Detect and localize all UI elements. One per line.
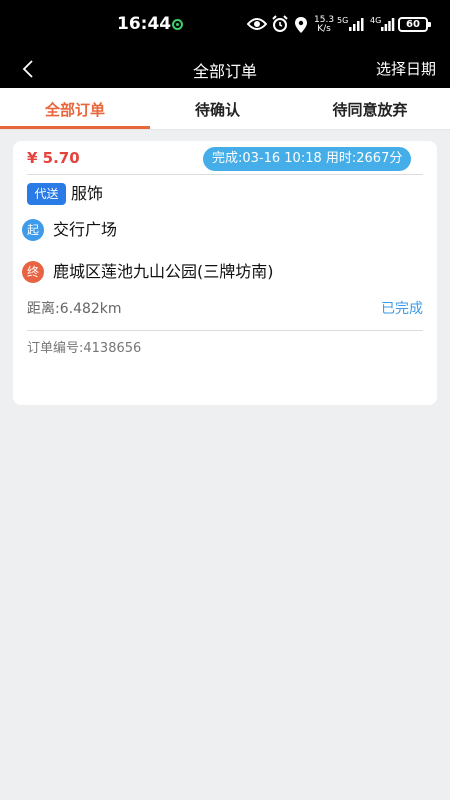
tab-all-orders[interactable]: 全部订单 [0,88,150,130]
order-card[interactable]: ¥ 5.70 完成:03-16 10:18 用时:2667分 代送 服饰 起 交… [13,141,437,405]
order-status: 已完成 [381,301,423,317]
alarm-icon [272,15,288,32]
location-icon [295,17,307,33]
battery-icon: 60 [398,17,431,32]
order-number: 订单编号:4138656 [27,341,142,356]
signal-5g-label: 5G [337,16,349,25]
distance-text: 距离:6.482km [27,301,122,317]
tab-pending-abandon[interactable]: 待同意放弃 [290,88,450,130]
tab-pending-confirm[interactable]: 待确认 [150,88,285,130]
completion-time-badge: 完成:03-16 10:18 用时:2667分 [203,147,412,171]
divider [27,330,423,331]
select-date-button[interactable]: 选择日期 [376,58,436,79]
nav-bar: 全部订单 选择日期 [0,50,450,88]
active-tab-indicator [0,126,150,129]
end-address: 鹿城区莲池九山公园(三牌坊南) [53,262,274,281]
end-marker-icon: 终 [22,261,44,283]
order-price: ¥ 5.70 [27,149,80,167]
recording-indicator-icon [172,19,183,30]
delivery-type-badge: 代送 [27,183,66,205]
start-marker-icon: 起 [22,219,44,241]
status-bar: 16:44 15.3 K/s 5G 4G 60 [0,0,450,50]
start-address: 交行广场 [53,220,118,239]
status-time: 16:44 [117,14,172,34]
divider [27,174,423,175]
order-tabs: 全部订单 待确认 待同意放弃 [0,88,450,130]
eye-icon [247,18,267,30]
signal-bars-icon [381,18,395,31]
network-speed: 15.3 K/s [314,15,335,34]
goods-type: 服饰 [71,184,104,203]
signal-bars-icon [349,18,364,31]
signal-4g-label: 4G [370,16,382,25]
